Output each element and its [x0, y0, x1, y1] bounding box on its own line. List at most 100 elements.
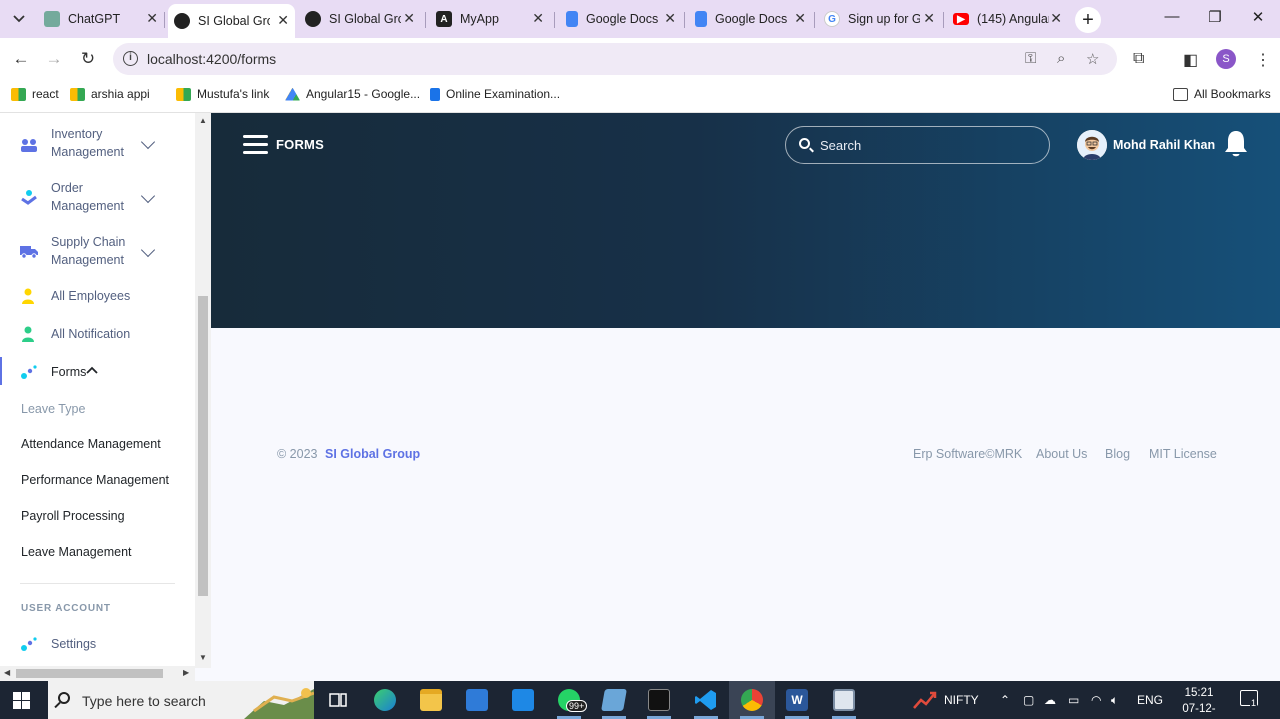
sidebar-item-inventory[interactable]: Inventory Management — [0, 125, 195, 161]
bookmark-mustufa[interactable]: Mustufa's link — [176, 87, 269, 101]
restore-icon[interactable]: ❐ — [1200, 8, 1230, 26]
submenu-leave-type[interactable]: Leave Type — [21, 402, 85, 416]
tab-youtube[interactable]: ▶ (145) Angular ✕ — [953, 6, 1068, 32]
tab-google-docs[interactable]: Google Docs ✕ — [566, 6, 682, 32]
chevron-down-icon[interactable] — [140, 242, 156, 258]
footer-link-about-us[interactable]: About Us — [1036, 447, 1087, 461]
extensions-puzzle-icon[interactable]: ⧉ — [1133, 50, 1144, 68]
user-name[interactable]: Mohd Rahil Khan — [1113, 138, 1215, 152]
footer-link-erp-software[interactable]: Erp Software©MRK — [913, 447, 1022, 461]
tab-si-global-active[interactable]: SI Global Group ✕ — [168, 4, 295, 38]
taskbar-search-placeholder[interactable]: Type here to search — [82, 693, 206, 709]
reload-icon[interactable]: ↻ — [77, 48, 99, 70]
address-bar[interactable]: i localhost:4200/forms ⚿ ⌕ ☆ — [113, 43, 1117, 75]
minimize-icon[interactable]: — — [1157, 8, 1187, 25]
forward-arrow-icon[interactable]: → — [43, 48, 65, 70]
tab-close-icon[interactable]: ✕ — [532, 10, 544, 27]
whatsapp-icon[interactable]: 99+ — [558, 689, 588, 712]
bookmark-star-icon[interactable]: ☆ — [1086, 50, 1099, 68]
wifi-icon[interactable]: ◠ — [1091, 693, 1101, 707]
sidebar-horizontal-scrollbar[interactable]: ◀ ▶ — [0, 666, 195, 681]
scroll-up-arrow-icon[interactable]: ▲ — [199, 116, 207, 125]
submenu-performance-management[interactable]: Performance Management — [21, 473, 169, 487]
bookmark-angular15[interactable]: Angular15 - Google... — [285, 87, 420, 101]
image-viewer-icon[interactable] — [833, 689, 855, 711]
microsoft-store-icon[interactable] — [466, 689, 488, 711]
sidebar-item-order[interactable]: Order Management — [0, 179, 195, 215]
search-input[interactable] — [820, 136, 1030, 154]
edge-browser-icon[interactable] — [374, 689, 396, 711]
file-explorer-icon[interactable] — [420, 689, 442, 711]
vscode-icon[interactable] — [695, 689, 717, 711]
password-key-icon[interactable]: ⚿ — [1025, 50, 1036, 67]
volume-icon[interactable]: 🔈︎ — [1111, 693, 1118, 708]
avatar[interactable] — [1077, 130, 1107, 160]
scroll-left-arrow-icon[interactable]: ◀ — [4, 668, 10, 677]
chevron-down-icon[interactable] — [140, 188, 156, 204]
footer-link-blog[interactable]: Blog — [1105, 447, 1130, 461]
scroll-right-arrow-icon[interactable]: ▶ — [183, 668, 189, 677]
chevron-up-icon[interactable] — [86, 366, 98, 374]
menu-toggle-icon[interactable] — [243, 135, 268, 155]
notification-center-icon[interactable]: 1 — [1240, 690, 1258, 708]
tab-search-button[interactable] — [6, 8, 32, 30]
profile-avatar[interactable]: S — [1216, 49, 1236, 69]
notification-bell-icon[interactable] — [1223, 129, 1249, 159]
sidebar-item-forms[interactable]: Forms — [0, 357, 195, 385]
show-hidden-icons-chevron-icon[interactable]: ⌃ — [1000, 693, 1010, 707]
sidebar-item-all-notification[interactable]: All Notification — [0, 325, 195, 343]
tab-chatgpt[interactable]: ChatGPT ✕ — [44, 6, 164, 32]
system-clock[interactable]: 15:21 07-12-2023 — [1172, 685, 1226, 719]
device-icon[interactable]: ▢ — [1023, 693, 1034, 707]
sidebar-item-settings[interactable]: Settings — [0, 635, 195, 653]
search-box[interactable] — [785, 126, 1050, 164]
chrome-icon[interactable] — [741, 689, 763, 711]
submenu-leave-management[interactable]: Leave Management — [21, 545, 132, 559]
terminal-icon[interactable] — [648, 689, 670, 711]
tab-close-icon[interactable]: ✕ — [923, 10, 935, 27]
bookmark-react[interactable]: react — [11, 87, 59, 101]
submenu-attendance-management[interactable]: Attendance Management — [21, 437, 161, 451]
close-window-icon[interactable]: ✕ — [1243, 8, 1273, 26]
tab-google-docs-2[interactable]: Google Docs ✕ — [695, 6, 812, 32]
tab-close-icon[interactable]: ✕ — [403, 10, 415, 27]
zoom-icon[interactable]: ⌕ — [1057, 50, 1065, 67]
tab-myapp[interactable]: A MyApp ✕ — [436, 6, 550, 32]
tab-close-icon[interactable]: ✕ — [1050, 10, 1062, 27]
tab-close-icon[interactable]: ✕ — [794, 10, 806, 27]
submenu-payroll-processing[interactable]: Payroll Processing — [21, 509, 125, 523]
sidebar-vertical-scrollbar[interactable]: ▲ ▼ — [195, 113, 211, 668]
bookmark-online-exam[interactable]: Online Examination... — [430, 87, 560, 101]
browser-menu-icon[interactable]: ⋮ — [1255, 50, 1271, 70]
sidebar-item-all-employees[interactable]: All Employees — [0, 287, 195, 305]
scrollbar-thumb[interactable] — [198, 296, 208, 596]
task-view-icon[interactable] — [327, 689, 349, 711]
scrollbar-thumb[interactable] — [16, 669, 163, 678]
windows-start-icon[interactable] — [13, 692, 30, 709]
tab-si-global[interactable]: SI Global Group ✕ — [305, 6, 421, 32]
scroll-down-arrow-icon[interactable]: ▼ — [199, 653, 207, 662]
tab-sign-up[interactable]: G Sign up for Google ✕ — [824, 6, 941, 32]
side-panel-icon[interactable]: ◧ — [1183, 50, 1198, 70]
tab-close-icon[interactable]: ✕ — [664, 10, 676, 27]
new-tab-button[interactable]: + — [1075, 7, 1101, 33]
onedrive-cloud-icon[interactable]: ☁ — [1044, 693, 1056, 707]
back-arrow-icon[interactable]: ← — [10, 48, 32, 70]
footer-link-mit-license[interactable]: MIT License — [1149, 447, 1217, 461]
bookmark-arshia[interactable]: arshia appi — [70, 87, 150, 101]
footer-brand-link[interactable]: SI Global Group — [325, 447, 420, 461]
battery-icon[interactable]: ▭ — [1068, 693, 1079, 707]
site-info-icon[interactable]: i — [123, 51, 138, 66]
taskbar-search[interactable]: Type here to search — [48, 681, 314, 719]
url-text[interactable]: localhost:4200/forms — [147, 51, 276, 67]
language-indicator[interactable]: ENG — [1137, 693, 1163, 707]
tab-close-icon[interactable]: ✕ — [277, 12, 289, 29]
tab-close-icon[interactable]: ✕ — [146, 10, 158, 27]
sidebar-item-supply-chain[interactable]: Supply Chain Management — [0, 233, 195, 269]
notes-app-icon[interactable] — [601, 689, 627, 711]
all-bookmarks[interactable]: All Bookmarks — [1173, 87, 1271, 101]
nifty-widget-label[interactable]: NIFTY — [944, 693, 979, 707]
mail-icon[interactable] — [512, 689, 534, 711]
word-icon[interactable]: W — [786, 689, 808, 711]
chevron-down-icon[interactable] — [140, 134, 156, 150]
